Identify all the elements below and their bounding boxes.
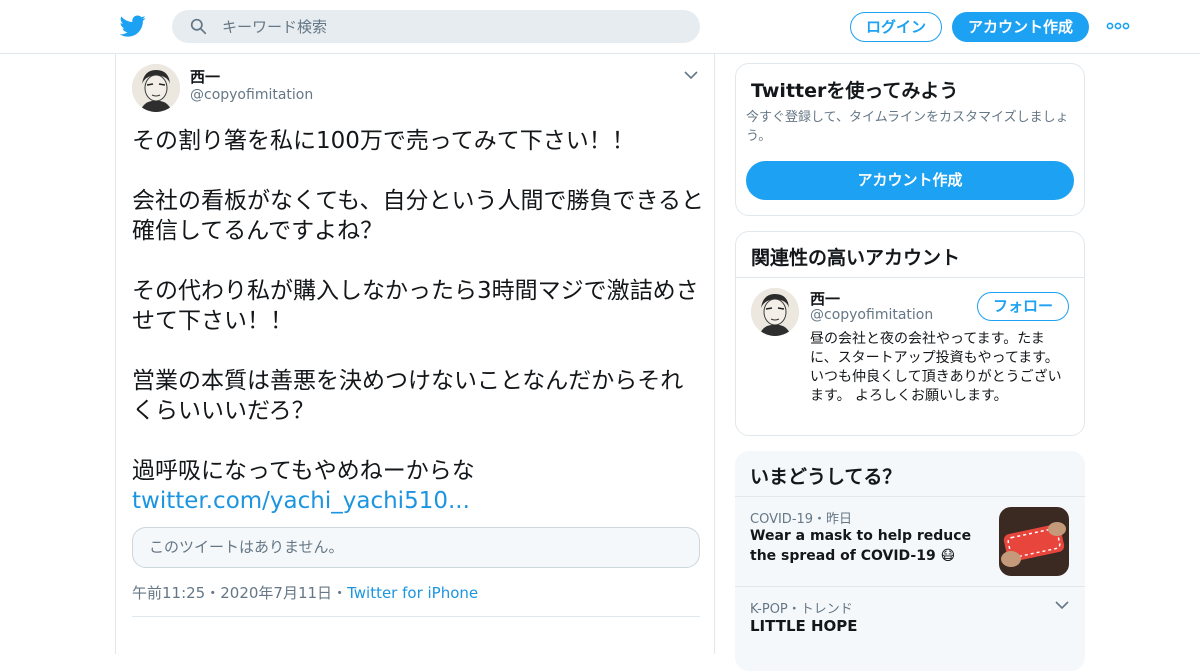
create-account-button[interactable]: アカウント作成 <box>746 161 1074 200</box>
avatar-illustration <box>751 288 799 336</box>
avatar[interactable] <box>132 64 180 112</box>
tweet-paragraph: 会社の看板がなくても、自分という人間で勝負できると確信してるんですよね？ <box>132 188 705 244</box>
divider <box>736 277 1084 278</box>
trend-meta: K-POP・トレンド <box>750 602 853 617</box>
tweet-date[interactable]: 2020年7月11日 <box>220 584 332 602</box>
trend-image[interactable] <box>999 507 1069 576</box>
signup-button[interactable]: アカウント作成 <box>952 12 1089 42</box>
related-accounts-panel: 関連性の高いアカウント 西一 @copyofimitation フォロー 昼の会… <box>735 231 1085 436</box>
divider <box>735 586 1085 587</box>
trends-panel: いまどうしてる？ COVID-19・昨日 Wear a mask to help… <box>735 451 1085 671</box>
account-bio: 昼の会社と夜の会社やってます。たまに、スタートアップ投資もやってます。いつも仲良… <box>810 331 1062 404</box>
tweet-link[interactable]: twitter.com/yachi_yachi510... <box>132 486 704 516</box>
more-options-icon[interactable] <box>1106 19 1130 33</box>
top-bar: ログイン アカウント作成 <box>0 0 1200 54</box>
follow-button[interactable]: フォロー <box>977 292 1069 321</box>
account-name[interactable]: 西一 <box>810 288 840 309</box>
author-name[interactable]: 西一 <box>190 66 220 87</box>
divider <box>735 496 1085 497</box>
trend-meta: COVID-19・昨日 <box>750 512 853 527</box>
chevron-down-icon[interactable] <box>1055 600 1069 610</box>
search-icon <box>190 18 207 35</box>
mask-photo <box>999 507 1069 576</box>
tweet-meta: 午前11:25・2020年7月11日・Twitter for iPhone <box>132 582 478 603</box>
tweet-paragraph: 営業の本質は善悪を決めつけないことなんだからそれくらいいいだろ？ <box>132 368 684 424</box>
chevron-down-icon[interactable] <box>684 70 698 80</box>
tweet-paragraph-last: 過呼吸になってもやめねーからな twitter.com/yachi_yachi5… <box>132 456 704 516</box>
login-button[interactable]: ログイン <box>850 12 942 42</box>
separator-dot: ・ <box>205 584 221 602</box>
tweet-card: 西一 @copyofimitation その割り箸を私に100万で売ってみて下さ… <box>115 54 715 654</box>
divider <box>132 616 700 617</box>
panel-title: Twitterを使ってみよう <box>751 80 959 102</box>
search-box[interactable] <box>172 10 700 43</box>
avatar-illustration <box>132 64 180 112</box>
account-handle[interactable]: @copyofimitation <box>810 307 933 323</box>
tweet-time[interactable]: 午前11:25 <box>132 584 205 602</box>
try-twitter-panel: Twitterを使ってみよう 今すぐ登録して、タイムラインをカスタマイズしましょ… <box>735 63 1085 216</box>
tweet-paragraph: その割り箸を私に100万で売ってみて下さい！！ <box>132 128 635 154</box>
panel-description: 今すぐ登録して、タイムラインをカスタマイズしましょう。 <box>746 110 1069 144</box>
tweet-paragraph: その代わり私が購入しなかったら3時間マジで激詰めさせて下さい！！ <box>132 278 699 334</box>
panel-title: 関連性の高いアカウント <box>751 247 961 269</box>
avatar[interactable] <box>751 288 799 336</box>
tweet-source[interactable]: Twitter for iPhone <box>347 584 478 602</box>
trend-headline[interactable]: Wear a mask to help reduce the spread of… <box>750 526 985 566</box>
search-input[interactable] <box>222 10 682 43</box>
twitter-bird-icon[interactable] <box>120 13 146 39</box>
tweet-paragraph-text: 過呼吸になってもやめねーからな <box>132 458 475 484</box>
separator-dot: ・ <box>332 584 348 602</box>
trend-headline[interactable]: LITTLE HOPE <box>750 617 858 635</box>
panel-title: いまどうしてる？ <box>750 466 902 488</box>
tweet-text: その割り箸を私に100万で売ってみて下さい！！ 会社の看板がなくても、自分という… <box>132 126 704 516</box>
author-handle[interactable]: @copyofimitation <box>190 87 313 103</box>
quoted-tweet-unavailable: このツイートはありません。 <box>132 527 700 568</box>
